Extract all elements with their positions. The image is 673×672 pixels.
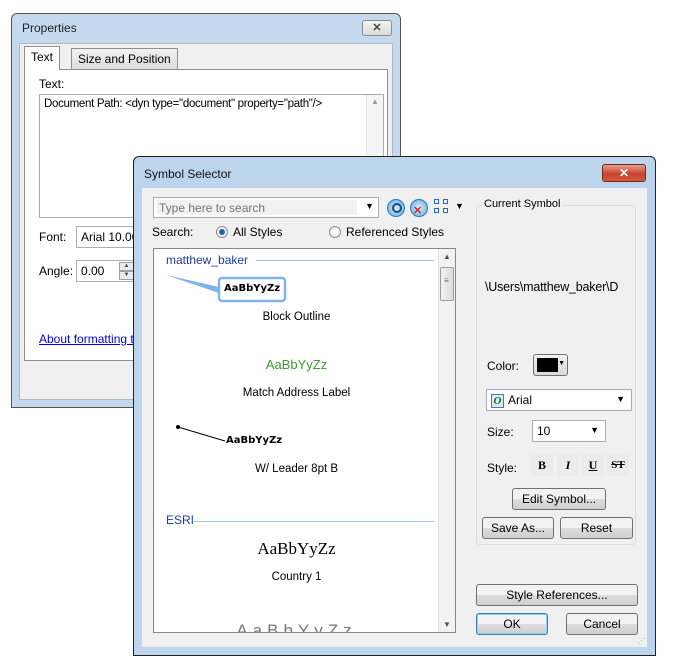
- view-dropdown-chevron-icon[interactable]: ▼: [455, 201, 464, 211]
- spin-up-icon[interactable]: ▲: [119, 262, 134, 271]
- bold-button[interactable]: B: [531, 454, 553, 476]
- group-header-esri: ESRI: [166, 513, 195, 527]
- symbol-item[interactable]: AaBbYyZz Country 1: [154, 539, 439, 593]
- spin-down-icon[interactable]: ▼: [119, 271, 134, 280]
- tab-size-and-position[interactable]: Size and Position: [71, 48, 178, 69]
- properties-close-button[interactable]: ✕: [362, 20, 392, 36]
- symbol-name: Block Outline: [262, 311, 331, 323]
- search-icon[interactable]: [387, 199, 405, 217]
- group-divider: [194, 521, 434, 522]
- block-outline-preview: [166, 275, 287, 303]
- size-dropdown-value: 10: [537, 424, 551, 438]
- symbol-name: Match Address Label: [242, 387, 351, 399]
- leader-line-preview: [176, 425, 226, 442]
- chevron-down-icon: ▼: [616, 394, 625, 404]
- opentype-font-icon: O: [491, 393, 504, 408]
- italic-button[interactable]: I: [557, 454, 579, 476]
- strikethrough-button[interactable]: ST: [607, 454, 629, 476]
- symbol-sample: AaBbYyZz: [224, 283, 281, 294]
- color-picker-button[interactable]: ▼: [533, 354, 568, 376]
- style-label: Style:: [487, 461, 518, 475]
- text-label: Text:: [39, 77, 65, 91]
- all-styles-radio[interactable]: [216, 226, 228, 238]
- tab-text[interactable]: Text: [24, 46, 61, 70]
- angle-value: 0.00: [81, 264, 105, 278]
- view-options-icon[interactable]: [434, 199, 450, 215]
- clear-search-icon[interactable]: ✕: [410, 199, 428, 217]
- color-swatch: [537, 358, 558, 372]
- symbol-list-scrollbar[interactable]: ▲ ≡ ▼: [438, 249, 455, 632]
- symbol-item[interactable]: AaBbYyZz W/ Leader 8pt B: [154, 421, 439, 483]
- resize-grip-icon[interactable]: ⋰: [638, 637, 645, 645]
- size-label: Size:: [487, 425, 514, 439]
- symbol-name: W/ Leader 8pt B: [254, 463, 339, 475]
- symbol-sample: AaBbYyZz: [257, 539, 336, 558]
- current-symbol-preview: \Users\matthew_baker\D: [485, 280, 619, 294]
- symbol-selector-title: Symbol Selector: [144, 167, 232, 181]
- symbol-selector-close-button[interactable]: ✕: [602, 164, 646, 182]
- symbol-sample: AaBbYyZz: [226, 435, 283, 446]
- angle-field[interactable]: 0.00 ▲ ▼: [76, 260, 136, 282]
- scroll-thumb[interactable]: ≡: [440, 267, 454, 301]
- symbol-selector-client: ▼ ✕ ▼ Search: All Styles Referenced Styl…: [142, 188, 647, 647]
- reset-button[interactable]: Reset: [560, 517, 633, 539]
- ok-button[interactable]: OK: [476, 613, 548, 635]
- font-label: Font:: [39, 230, 67, 244]
- edit-symbol-button[interactable]: Edit Symbol...: [512, 488, 606, 510]
- chevron-down-icon[interactable]: ▼: [365, 201, 374, 211]
- referenced-styles-label[interactable]: Referenced Styles: [346, 225, 444, 239]
- search-scope-label: Search:: [152, 225, 194, 239]
- symbol-sample: AaBbYyZz: [265, 357, 328, 372]
- all-styles-label[interactable]: All Styles: [233, 225, 282, 239]
- symbol-selector-dialog: Symbol Selector ✕ ▼ ✕ ▼ Search: All Styl…: [133, 156, 656, 656]
- underline-button[interactable]: U: [582, 454, 604, 476]
- cancel-button[interactable]: Cancel: [566, 613, 638, 635]
- font-dropdown[interactable]: O Arial ▼: [486, 389, 632, 411]
- chevron-down-icon: ▼: [558, 360, 565, 367]
- current-symbol-legend: Current Symbol: [482, 198, 563, 210]
- angle-spinner[interactable]: ▲ ▼: [119, 262, 134, 280]
- text-input-value: Document Path: <dyn type="document" prop…: [44, 98, 322, 110]
- scroll-up-icon: ▲: [371, 97, 379, 106]
- size-dropdown[interactable]: 10 ▼: [532, 420, 606, 442]
- color-label: Color:: [487, 359, 520, 373]
- close-icon: ✕: [372, 22, 382, 34]
- symbol-sample: AaBbYyZz: [236, 621, 357, 633]
- referenced-styles-radio[interactable]: [329, 226, 341, 238]
- symbol-item[interactable]: AaBbYyZz: [154, 621, 439, 633]
- save-as-button[interactable]: Save As...: [482, 517, 554, 539]
- style-references-button[interactable]: Style References...: [476, 584, 638, 606]
- group-header-matthew-baker: matthew_baker: [166, 253, 249, 267]
- symbol-item[interactable]: AaBbYyZz Block Outline: [154, 267, 439, 329]
- angle-label: Angle:: [39, 264, 74, 278]
- group-divider: [256, 260, 434, 261]
- close-icon: ✕: [618, 166, 630, 180]
- symbol-name: Country 1: [271, 571, 322, 583]
- search-box[interactable]: ▼: [153, 197, 379, 218]
- scroll-up-icon[interactable]: ▲: [443, 252, 451, 261]
- chevron-down-icon: ▼: [590, 425, 599, 435]
- symbol-list[interactable]: matthew_baker AaBbYyZz Block Outline AaB…: [153, 248, 456, 633]
- properties-title: Properties: [22, 21, 77, 35]
- symbol-item[interactable]: AaBbYyZz Match Address Label: [154, 357, 439, 407]
- font-dropdown-value: Arial: [508, 393, 533, 407]
- search-input[interactable]: [157, 200, 357, 215]
- scroll-down-icon[interactable]: ▼: [443, 620, 451, 629]
